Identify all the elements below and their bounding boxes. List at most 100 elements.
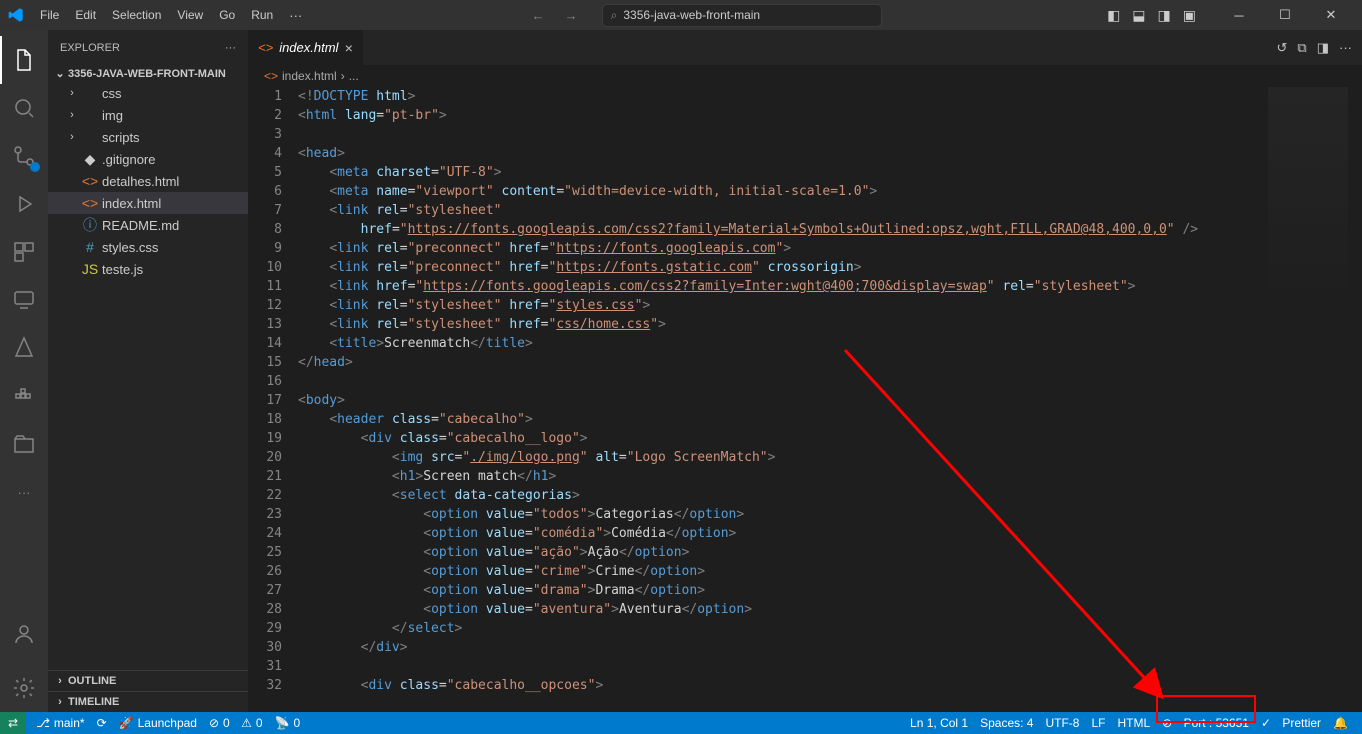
vscode-logo-icon (8, 7, 24, 23)
status-bar: ⇄ ⎇main* ⟳ 🚀Launchpad ⊘0 ⚠0 📡0 Ln 1, Col… (0, 712, 1362, 734)
activity-settings-icon[interactable] (0, 664, 48, 712)
project-name: 3356-JAVA-WEB-FRONT-MAIN (68, 68, 226, 80)
layout-secondary-side-icon[interactable]: ◨ (1154, 7, 1175, 24)
port-label: Port : 53651 (1184, 716, 1249, 730)
code-editor[interactable]: 1234567891011121314151617181920212223242… (248, 87, 1362, 712)
activity-bar: ··· (0, 30, 48, 712)
file-icon: JS (80, 261, 100, 277)
cursor-position[interactable]: Ln 1, Col 1 (904, 716, 974, 730)
search-icon: ⌕ (611, 8, 618, 23)
chevron-right-icon: › (64, 87, 80, 99)
explorer-item-index-html[interactable]: <>index.html (48, 192, 248, 214)
prettier-status[interactable]: ✓ Prettier (1255, 716, 1327, 730)
minimap[interactable] (1268, 87, 1348, 307)
broadcast-icon: ⊘ (1162, 716, 1172, 730)
file-icon: ⓘ (80, 215, 100, 235)
activity-source-control-icon[interactable] (0, 132, 48, 180)
window-maximize-button[interactable]: ☐ (1262, 0, 1308, 30)
ports[interactable]: 📡0 (269, 716, 307, 730)
explorer-item-css[interactable]: ›css (48, 82, 248, 104)
antenna-icon: 📡 (275, 716, 290, 730)
tab-label: index.html (279, 40, 338, 55)
explorer-item-README-md[interactable]: ⓘREADME.md (48, 214, 248, 236)
window-close-button[interactable]: ✕ (1308, 0, 1354, 30)
line-gutter: 1234567891011121314151617181920212223242… (248, 87, 298, 712)
editor-tabs: <> index.html × ↺ ⧉ ◨ ··· (248, 30, 1362, 65)
layout-customize-icon[interactable]: ▣ (1179, 7, 1200, 24)
activity-azure-icon[interactable] (0, 324, 48, 372)
project-root[interactable]: ⌄ 3356-JAVA-WEB-FRONT-MAIN (48, 65, 248, 82)
menu-go[interactable]: Go (211, 8, 243, 22)
breadcrumbs[interactable]: <> index.html › ... (248, 65, 1362, 87)
scm-badge (30, 162, 40, 172)
explorer-item-teste-js[interactable]: JSteste.js (48, 258, 248, 280)
language-mode[interactable]: HTML (1111, 716, 1156, 730)
git-branch[interactable]: ⎇ main* (30, 716, 91, 730)
menu-view[interactable]: View (169, 8, 211, 22)
activity-extensions-icon[interactable] (0, 228, 48, 276)
breadcrumb-dots: ... (349, 69, 359, 83)
file-label: teste.js (102, 262, 143, 277)
eol[interactable]: LF (1085, 716, 1111, 730)
activity-docker-icon[interactable] (0, 372, 48, 420)
warning-count: 0 (256, 716, 263, 730)
activity-explorer-icon[interactable] (0, 36, 48, 84)
remote-indicator[interactable]: ⇄ (0, 712, 26, 734)
sync-icon[interactable]: ⟳ (91, 716, 113, 730)
file-label: .gitignore (102, 152, 155, 167)
chevron-right-icon: › (52, 696, 68, 708)
menu-selection[interactable]: Selection (104, 8, 169, 22)
nav-back-icon[interactable]: ← (532, 8, 545, 23)
timeline-section[interactable]: ›TIMELINE (48, 691, 248, 712)
html-file-icon: <> (258, 40, 273, 55)
diff-icon[interactable]: ◨ (1317, 40, 1329, 56)
launchpad[interactable]: 🚀Launchpad (113, 716, 203, 730)
file-label: img (102, 108, 123, 123)
timeline-toggle-icon[interactable]: ↺ (1277, 40, 1288, 56)
menu-edit[interactable]: Edit (67, 8, 104, 22)
branch-label: main* (54, 716, 85, 730)
notifications-icon[interactable]: 🔔 (1327, 716, 1354, 730)
file-label: README.md (102, 218, 179, 233)
close-icon[interactable]: × (344, 40, 352, 56)
file-label: detalhes.html (102, 174, 179, 189)
encoding[interactable]: UTF-8 (1039, 716, 1085, 730)
window-minimize-button[interactable]: ─ (1216, 0, 1262, 30)
layout-panel-icon[interactable]: ⬓ (1128, 7, 1149, 24)
port-count: 0 (293, 716, 300, 730)
explorer-item-img[interactable]: › img (48, 104, 248, 126)
activity-more-icon[interactable]: ··· (0, 468, 48, 516)
editor-more-icon[interactable]: ··· (1339, 40, 1352, 55)
remote-icon: ⇄ (8, 716, 18, 730)
code-content[interactable]: <!DOCTYPE html><html lang="pt-br"> <head… (298, 87, 1362, 712)
problems[interactable]: ⊘0 ⚠0 (203, 716, 269, 730)
activity-search-icon[interactable] (0, 84, 48, 132)
menu-overflow-icon[interactable]: ··· (281, 8, 310, 23)
explorer-item-scripts[interactable]: ›scripts (48, 126, 248, 148)
breadcrumb-file: index.html (282, 69, 337, 83)
activity-run-debug-icon[interactable] (0, 180, 48, 228)
activity-project-manager-icon[interactable] (0, 420, 48, 468)
nav-forward-icon[interactable]: → (565, 8, 578, 23)
chevron-down-icon: ⌄ (52, 67, 68, 80)
indentation[interactable]: Spaces: 4 (974, 716, 1039, 730)
activity-remote-explorer-icon[interactable] (0, 276, 48, 324)
activity-accounts-icon[interactable] (0, 610, 48, 658)
layout-primary-side-icon[interactable]: ◧ (1103, 7, 1124, 24)
explorer-item-styles-css[interactable]: #styles.css (48, 236, 248, 258)
tab-index-html[interactable]: <> index.html × (248, 30, 364, 65)
chevron-right-icon: › (64, 109, 80, 121)
command-center[interactable]: ⌕ 3356-java-web-front-main (602, 4, 882, 27)
explorer-item--gitignore[interactable]: ◆.gitignore (48, 148, 248, 170)
menu-file[interactable]: File (32, 8, 67, 22)
explorer-more-icon[interactable]: ··· (225, 42, 236, 54)
file-label: scripts (102, 130, 140, 145)
split-editor-icon[interactable]: ⧉ (1297, 40, 1306, 56)
file-icon: <> (80, 173, 100, 189)
error-count: 0 (223, 716, 230, 730)
outline-section[interactable]: ›OUTLINE (48, 670, 248, 691)
explorer-item-detalhes-html[interactable]: <>detalhes.html (48, 170, 248, 192)
branch-icon: ⎇ (36, 716, 50, 730)
menu-run[interactable]: Run (243, 8, 281, 22)
live-server-port[interactable]: ⊘ Port : 53651 (1156, 716, 1255, 730)
